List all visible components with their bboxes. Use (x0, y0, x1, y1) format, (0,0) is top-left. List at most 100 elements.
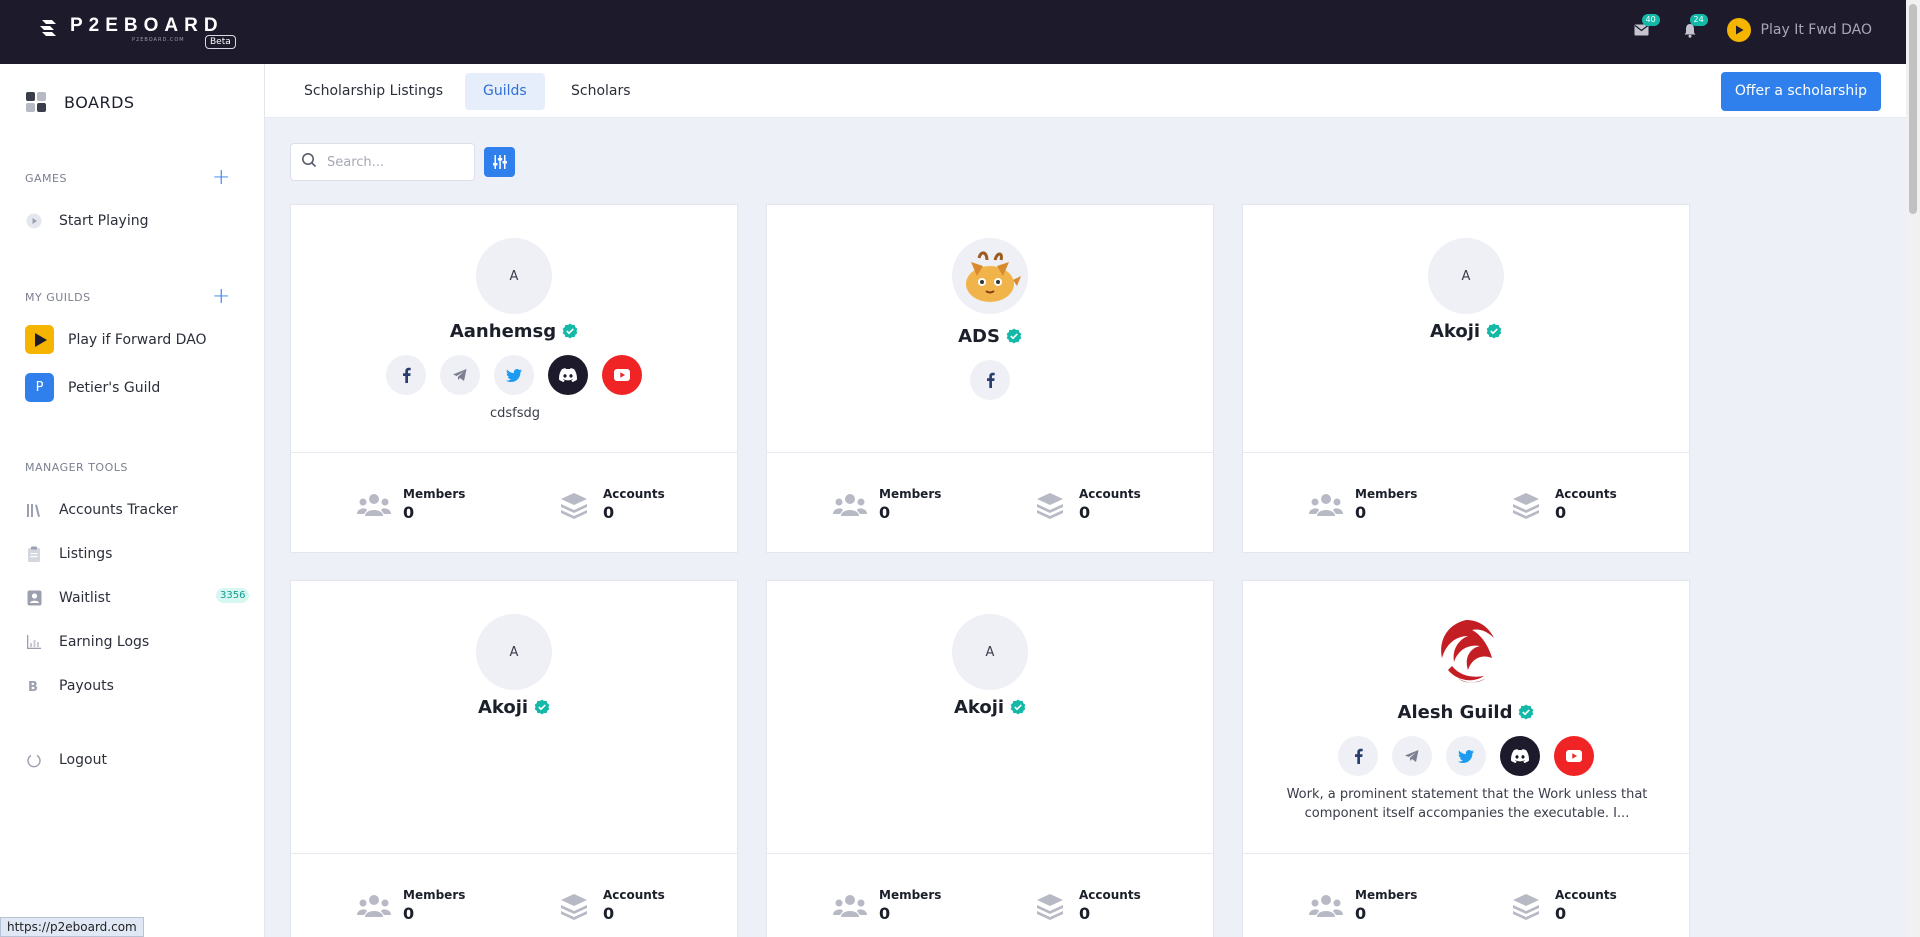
facebook-icon[interactable] (386, 355, 426, 395)
filter-button[interactable] (484, 147, 515, 177)
telegram-icon[interactable] (440, 355, 480, 395)
svg-text:B: B (28, 680, 38, 693)
add-game-button[interactable]: + (212, 167, 230, 189)
users-icon (357, 488, 391, 522)
tab-guilds[interactable]: Guilds (465, 73, 545, 110)
members-stat: Members 0 (357, 487, 465, 522)
guild-name[interactable]: Akoji (291, 697, 737, 718)
members-count: 0 (1355, 904, 1367, 923)
guild-avatar: A (1428, 238, 1504, 314)
sidebar-item-guild-play-forward[interactable]: Play if Forward DAO (25, 325, 207, 354)
top-bar: P2EBOARD P2EBOARD.COM Beta 40 24 Play It… (0, 0, 1906, 64)
guild-name[interactable]: ADS (767, 326, 1213, 347)
members-count: 0 (879, 904, 891, 923)
members-count: 0 (403, 503, 415, 522)
guild-card[interactable]: A Aanhemsg cdsfsdg Members 0 Accounts 0 (290, 204, 738, 553)
currency-b-icon: B (25, 677, 43, 695)
discord-icon[interactable] (1500, 736, 1540, 776)
sidebar-item-guild-petier[interactable]: P Petier's Guild (25, 373, 160, 402)
layers-icon (1033, 889, 1067, 923)
tab-scholarship-listings[interactable]: Scholarship Listings (286, 73, 461, 110)
accounts-stat: Accounts 0 (1033, 888, 1141, 923)
guild-card[interactable]: A Akoji Members 0 Accounts 0 (1242, 204, 1690, 553)
scrollbar-thumb[interactable] (1909, 4, 1917, 214)
sidebar-item-waitlist[interactable]: Waitlist (25, 589, 110, 607)
sliders-icon (492, 155, 507, 169)
accounts-label: Accounts (603, 888, 665, 902)
sidebar-item-logout[interactable]: Logout (25, 751, 107, 769)
bar-chart-icon (25, 633, 43, 651)
accounts-count: 0 (1555, 904, 1567, 923)
members-count: 0 (1355, 503, 1367, 522)
layers-icon (1509, 889, 1543, 923)
twitter-icon[interactable] (1446, 736, 1486, 776)
sidebar-item-listings[interactable]: Listings (25, 545, 112, 563)
guild-name[interactable]: Akoji (767, 697, 1213, 718)
sidebar-item-payouts[interactable]: B Payouts (25, 677, 114, 695)
mail-icon[interactable]: 40 (1631, 14, 1660, 41)
offer-scholarship-button[interactable]: Offer a scholarship (1720, 72, 1881, 111)
page-scrollbar[interactable] (1906, 0, 1920, 937)
user-avatar[interactable] (1726, 18, 1751, 42)
sidebar-item-label: Listings (59, 546, 113, 562)
boards-label: BOARDS (64, 92, 135, 112)
youtube-icon[interactable] (1554, 736, 1594, 776)
sidebar-item-label: Payouts (59, 678, 114, 694)
add-guild-button[interactable]: + (212, 286, 230, 308)
sidebar-item-earning-logs[interactable]: Earning Logs (25, 633, 149, 651)
verified-badge-icon (1519, 704, 1534, 720)
guild-name[interactable]: Alesh Guild (1243, 702, 1689, 723)
guild-card[interactable]: ADS Members 0 Accounts 0 (766, 204, 1214, 553)
manager-tools-section-title: MANAGER TOOLS (25, 461, 128, 474)
facebook-icon[interactable] (1338, 736, 1378, 776)
twitter-icon[interactable] (494, 355, 534, 395)
search-input[interactable] (327, 154, 467, 170)
beta-badge: Beta (205, 35, 236, 49)
bell-icon[interactable]: 24 (1679, 14, 1708, 41)
members-stat: Members 0 (1309, 487, 1417, 522)
verified-badge-icon (1006, 328, 1022, 344)
sidebar-item-label: Play if Forward DAO (68, 331, 207, 348)
sidebar: BOARDS GAMES + Start Playing MY GUILDS +… (0, 64, 265, 937)
guild-name-text: Akoji (953, 697, 1005, 718)
guild-card[interactable]: A Akoji Members 0 Accounts 0 (290, 580, 738, 937)
guild-avatar: A (476, 614, 552, 690)
layers-icon (557, 488, 591, 522)
guild-name[interactable]: Akoji (1243, 321, 1689, 342)
guild-name-text: Aanhemsg (449, 321, 557, 342)
status-bar-url: https://p2eboard.com (0, 917, 144, 937)
search-box[interactable] (290, 143, 475, 181)
user-name[interactable]: Play It Fwd DAO (1761, 22, 1872, 38)
guild-initial-icon: P (25, 373, 54, 402)
guild-description: Work, a prominent statement that the Wor… (1286, 787, 1648, 821)
telegram-icon[interactable] (1392, 736, 1432, 776)
notification-count-badge: 24 (1689, 14, 1708, 26)
accounts-count: 0 (1555, 503, 1567, 522)
power-icon (25, 751, 43, 769)
discord-icon[interactable] (548, 355, 588, 395)
sidebar-item-start-playing[interactable]: Start Playing (25, 212, 149, 230)
members-stat: Members 0 (357, 888, 465, 923)
guild-avatar-image (952, 238, 1028, 314)
search-icon (301, 152, 317, 172)
layers-icon (1509, 488, 1543, 522)
logo-text: P2EBOARD (70, 15, 224, 36)
logo[interactable]: P2EBOARD P2EBOARD.COM (36, 16, 224, 43)
tab-scholars[interactable]: Scholars (553, 73, 649, 110)
layers-icon (1033, 488, 1067, 522)
boards-nav[interactable]: BOARDS (26, 92, 135, 112)
sidebar-item-label: Start Playing (59, 213, 149, 229)
facebook-icon[interactable] (970, 360, 1010, 400)
youtube-icon[interactable] (602, 355, 642, 395)
guild-name-text: ADS (958, 326, 1000, 347)
accounts-label: Accounts (1555, 888, 1617, 902)
guild-card[interactable]: A Akoji Members 0 Accounts 0 (766, 580, 1214, 937)
guild-name[interactable]: Aanhemsg (291, 321, 737, 342)
sidebar-item-accounts-tracker[interactable]: Accounts Tracker (25, 501, 178, 519)
tabs-bar: Scholarship Listings Guilds Scholars Off… (265, 64, 1906, 118)
guild-avatar-image (1428, 614, 1504, 690)
guild-name-text: Akoji (1429, 321, 1481, 342)
guild-name-text: Alesh Guild (1397, 702, 1513, 723)
guild-card[interactable]: Alesh Guild Work, a prominent statement … (1242, 580, 1690, 937)
sidebar-item-label: Petier's Guild (68, 379, 161, 396)
